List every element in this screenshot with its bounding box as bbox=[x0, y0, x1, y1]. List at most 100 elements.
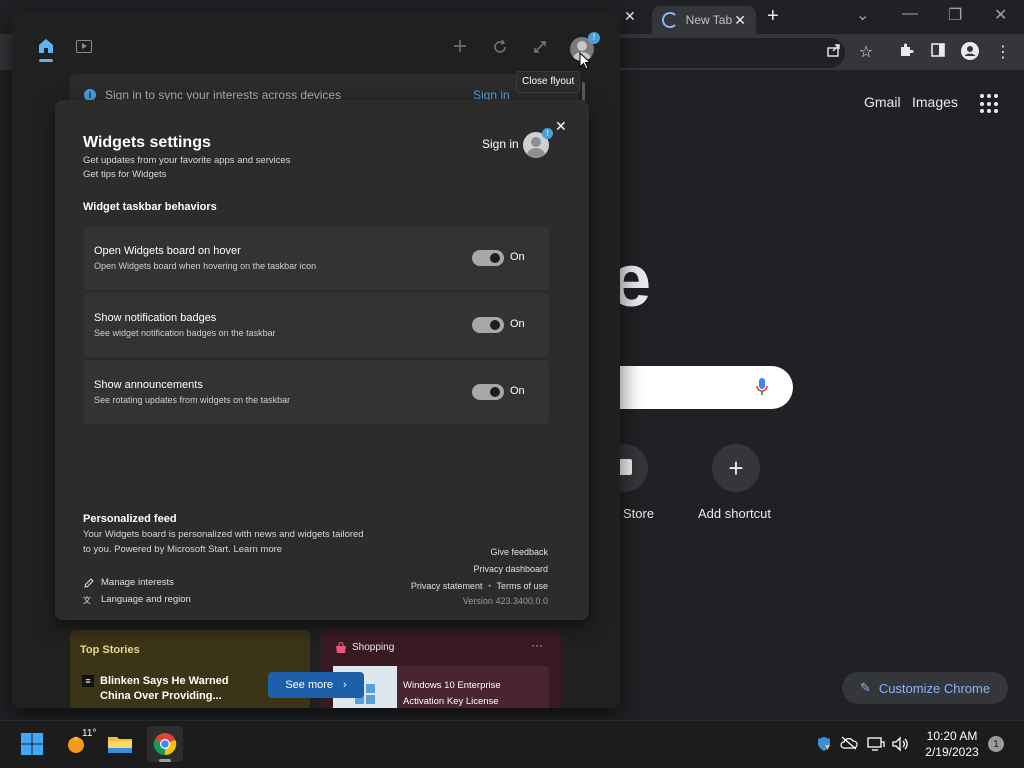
terms-of-use-link[interactable]: Terms of use bbox=[496, 581, 548, 591]
setting-description: See rotating updates from widgets on the… bbox=[94, 395, 291, 405]
toggle-state-label: On bbox=[510, 385, 525, 397]
plus-icon: + bbox=[728, 452, 744, 483]
network-icon[interactable] bbox=[867, 736, 885, 755]
defender-icon[interactable] bbox=[816, 736, 832, 755]
widgets-board: ! i Sign in to sync your interests acros… bbox=[12, 12, 620, 708]
story-headline[interactable]: Blinken Says He Warned China Over Provid… bbox=[100, 674, 240, 704]
onedrive-icon[interactable] bbox=[840, 736, 858, 753]
share-icon[interactable] bbox=[824, 42, 844, 63]
settings-tips-text: Get tips for Widgets bbox=[83, 169, 167, 180]
customize-chrome-button[interactable]: ✎ Customize Chrome bbox=[842, 672, 1008, 704]
shopping-title: Shopping bbox=[352, 642, 395, 653]
setting-title: Open Widgets board on hover bbox=[94, 245, 241, 257]
news-source-icon: ≡ bbox=[82, 675, 94, 687]
start-button[interactable] bbox=[14, 726, 50, 762]
see-more-label: See more bbox=[285, 679, 334, 691]
minimize-button[interactable]: — bbox=[902, 5, 918, 23]
folder-icon bbox=[108, 737, 132, 753]
add-widget-icon[interactable] bbox=[452, 38, 468, 59]
setting-title: Show notification badges bbox=[94, 312, 217, 324]
setting-row-notification-badges: Show notification badges See widget noti… bbox=[84, 293, 549, 357]
see-more-button[interactable]: See more › bbox=[268, 672, 364, 698]
toggle-state-label: On bbox=[510, 251, 525, 263]
google-apps-icon[interactable] bbox=[980, 94, 1000, 114]
omnibox[interactable] bbox=[600, 38, 845, 68]
setting-description: See widget notification badges on the ta… bbox=[94, 328, 276, 338]
settings-signin-link[interactable]: Sign in bbox=[482, 137, 519, 151]
active-tab-indicator bbox=[39, 59, 53, 62]
toggle-switch[interactable] bbox=[472, 250, 504, 266]
setting-description: Open Widgets board when hovering on the … bbox=[94, 261, 317, 271]
feed-description-learn-more[interactable]: to you. Powered by Microsoft Start. Lear… bbox=[83, 544, 282, 555]
images-link[interactable]: Images bbox=[912, 94, 958, 110]
tab-close-icon[interactable]: ✕ bbox=[624, 8, 636, 25]
tab-title: New Tab bbox=[685, 13, 733, 27]
mic-icon[interactable] bbox=[755, 377, 769, 397]
version-text: Version 423.3400.0.0 bbox=[462, 596, 548, 606]
chevron-right-icon: › bbox=[343, 679, 347, 691]
file-explorer-button[interactable] bbox=[102, 726, 138, 762]
side-panel-icon[interactable] bbox=[928, 42, 948, 63]
setting-row-announcements: Show announcements See rotating updates … bbox=[84, 360, 549, 424]
clock-time: 10:20 AM bbox=[926, 729, 978, 743]
pencil-icon bbox=[83, 576, 95, 588]
toggle-switch[interactable] bbox=[472, 384, 504, 400]
restore-button[interactable]: ❐ bbox=[948, 5, 962, 25]
personalized-feed-heading: Personalized feed bbox=[83, 513, 177, 525]
new-tab-button[interactable]: + bbox=[767, 5, 779, 28]
refresh-icon[interactable] bbox=[492, 39, 508, 60]
loading-spinner-icon bbox=[662, 12, 678, 28]
taskbar-behaviors-heading: Widget taskbar behaviors bbox=[83, 201, 217, 213]
language-region-link[interactable]: Language and region bbox=[101, 594, 191, 605]
manage-interests-link[interactable]: Manage interests bbox=[101, 577, 174, 588]
profile-icon[interactable] bbox=[960, 42, 980, 65]
weather-temperature: 11° bbox=[82, 728, 97, 739]
give-feedback-link[interactable]: Give feedback bbox=[490, 547, 548, 557]
expand-icon[interactable] bbox=[532, 39, 548, 60]
alert-badge-icon: ! bbox=[542, 128, 553, 139]
window-close-button[interactable]: ✕ bbox=[994, 5, 1007, 25]
top-stories-title: Top Stories bbox=[80, 644, 140, 656]
pencil-icon: ✎ bbox=[859, 680, 871, 695]
feed-description: Your Widgets board is personalized with … bbox=[83, 529, 364, 540]
close-settings-button[interactable]: ✕ bbox=[555, 118, 567, 135]
bookmark-star-icon[interactable]: ☆ bbox=[856, 42, 876, 62]
customize-chrome-label: Customize Chrome bbox=[878, 680, 991, 696]
tab-search-icon[interactable]: ⌄ bbox=[856, 5, 869, 25]
taskbar-clock[interactable]: 10:20 AM 2/19/2023 bbox=[920, 728, 984, 760]
shopping-bag-icon bbox=[335, 641, 347, 657]
gmail-link[interactable]: Gmail bbox=[864, 94, 901, 110]
mouse-cursor-icon bbox=[579, 51, 592, 75]
widgets-settings-dialog: ✕ Widgets settings Get updates from your… bbox=[55, 100, 589, 620]
shopping-item-title: Windows 10 Enterprise Activation Key Lic… bbox=[403, 680, 501, 707]
add-shortcut-label: Add shortcut bbox=[698, 506, 771, 521]
chrome-icon bbox=[153, 733, 177, 756]
volume-icon[interactable] bbox=[891, 736, 909, 755]
legal-links: Privacy statement • Terms of use bbox=[411, 581, 548, 591]
svg-text:文: 文 bbox=[83, 595, 91, 605]
extensions-icon[interactable] bbox=[896, 42, 916, 63]
more-options-icon[interactable]: ··· bbox=[531, 638, 543, 652]
language-icon: 文 bbox=[83, 593, 95, 605]
clock-date: 2/19/2023 bbox=[925, 745, 979, 759]
close-flyout-tooltip: Close flyout bbox=[516, 71, 581, 93]
shortcut-store-label: Store bbox=[623, 506, 655, 521]
setting-title: Show announcements bbox=[94, 379, 203, 391]
setting-row-open-on-hover: Open Widgets board on hover Open Widgets… bbox=[84, 226, 549, 290]
alert-badge-icon: ! bbox=[588, 32, 600, 44]
privacy-statement-link[interactable]: Privacy statement bbox=[411, 581, 483, 591]
store-icon bbox=[618, 459, 632, 475]
toggle-switch[interactable] bbox=[472, 317, 504, 333]
home-icon[interactable] bbox=[38, 38, 54, 54]
link-separator: • bbox=[487, 581, 492, 591]
add-shortcut-button[interactable]: + bbox=[712, 444, 760, 492]
chrome-taskbar-button[interactable] bbox=[147, 726, 183, 762]
settings-title: Widgets settings bbox=[83, 134, 211, 151]
tab-close-icon[interactable]: ✕ bbox=[734, 12, 746, 29]
video-icon[interactable] bbox=[76, 40, 92, 53]
chrome-menu-icon[interactable]: ⋮ bbox=[993, 42, 1013, 62]
tab-new-tab[interactable]: New Tab ✕ bbox=[652, 6, 756, 34]
notification-count-badge[interactable]: 1 bbox=[988, 736, 1004, 752]
toggle-state-label: On bbox=[510, 318, 525, 330]
privacy-dashboard-link[interactable]: Privacy dashboard bbox=[473, 564, 548, 574]
